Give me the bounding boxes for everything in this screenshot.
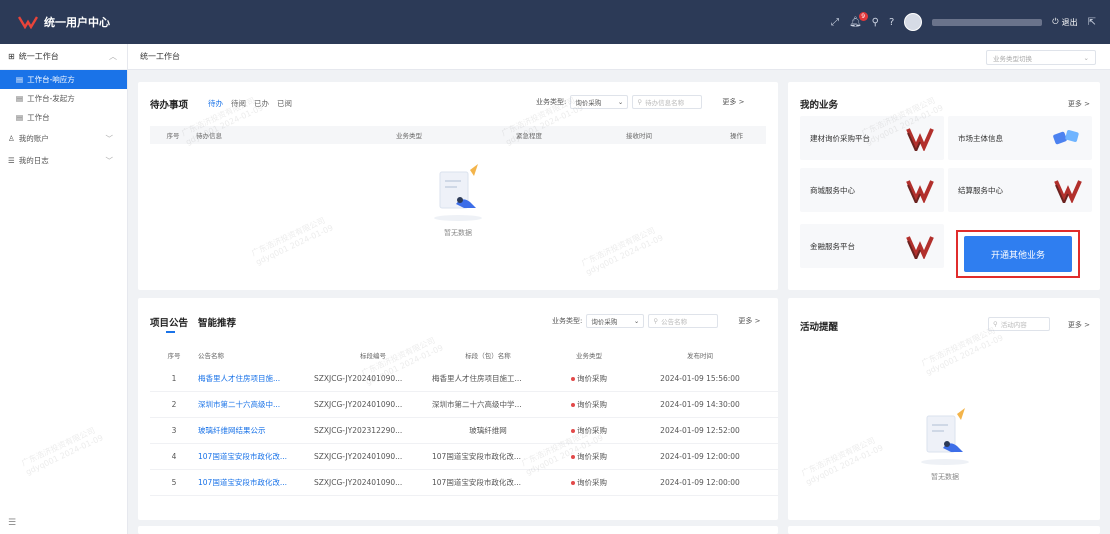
avatar[interactable] — [904, 13, 923, 31]
activity-card: 活动提醒 ⚲ 活动内容 更多 > 暂无数据 — [788, 298, 1100, 520]
chevron-up-icon: ︿ — [109, 52, 117, 61]
app-logo[interactable]: 统一用户中心 — [18, 0, 110, 44]
logout-button[interactable]: ⏻ 退出 — [1052, 17, 1077, 28]
biz-tile-building-materials[interactable]: 建材询价采购平台 — [800, 116, 944, 160]
notice-biz-type-select[interactable]: 询价采购 ⌄ — [586, 314, 645, 328]
sidebar-item-workbench[interactable]: ▤ 工作台 — [0, 108, 127, 127]
activity-more-link[interactable]: 更多 > — [1068, 320, 1090, 330]
activity-title: 活动提醒 — [800, 322, 839, 333]
biz-tile-finance-service[interactable]: 金融服务平台 — [800, 224, 944, 268]
top-navigation-bar: 统一用户中心 ⤢ 🔔︎ 9 ⚲ ? ⏻ 退出 ⇱ — [0, 0, 1110, 44]
search-icon: ⚲ — [653, 317, 659, 325]
todo-table-header: 序号 待办信息 业务类型 紧急程度 接收时间 操作 — [150, 126, 766, 144]
app-title: 统一用户中心 — [44, 16, 110, 29]
doc-icon: ▤ — [16, 94, 24, 103]
my-business-more-link[interactable]: 更多 > — [1068, 99, 1090, 109]
empty-folder-icon — [921, 408, 969, 465]
tab-to-read[interactable]: 待阅 — [231, 98, 246, 109]
bottom-card-edge — [138, 526, 778, 534]
brand-logo-icon — [906, 128, 934, 151]
sidebar-item-initiator[interactable]: ▤ 工作台-发起方 — [0, 89, 127, 108]
chevron-down-icon: ﹀ — [105, 133, 114, 143]
table-row[interactable]: 3 玻璃纤维网结果公示 SZXJCG-JY202312290... 玻璃纤维网 … — [150, 418, 778, 444]
todo-search-input[interactable]: ⚲ 待办信息名称 — [632, 95, 703, 109]
sidebar-item-responder[interactable]: ▤ 工作台-响应方 — [0, 70, 127, 89]
notice-table-header: 序号 公告名称 标段编号 标段（包）名称 业务类型 发布时间 — [150, 346, 778, 364]
todo-card: 待办事项 待办 待阅 已办 已阅 业务类型: 询价采购 ⌄ ⚲ 待办信息名称 更多 … — [138, 82, 778, 290]
tab-todo[interactable]: 待办 — [208, 98, 223, 109]
table-row[interactable]: 2 深圳市第二十六高级中... SZXJCG-JY202401090... 深圳… — [150, 392, 778, 418]
todo-empty-state: 暂无数据 — [413, 160, 503, 238]
my-business-card: 我的业务 更多 > 建材询价采购平台 市场主体信息 商城服务中心 结算服务中心 … — [788, 82, 1100, 290]
chevron-down-icon: ⌄ — [1083, 53, 1089, 62]
breadcrumb: 统一工作台 业务类型切换 ⌄ — [128, 44, 1110, 70]
empty-folder-icon — [434, 164, 482, 221]
activity-empty-state: 暂无数据 — [900, 404, 990, 482]
sidebar-section-account[interactable]: ♙ 我的账户 ﹀ — [0, 127, 127, 149]
page-title: 统一工作台 — [140, 52, 180, 61]
chevron-down-icon: ⌄ — [633, 317, 640, 325]
user-icon: ♙ — [8, 133, 15, 143]
brand-logo-icon — [906, 236, 934, 259]
chevron-down-icon: ⌄ — [617, 98, 624, 106]
fullscreen-icon[interactable]: ⤢ — [831, 17, 839, 28]
notice-search-input[interactable]: ⚲ 公告名称 — [648, 314, 719, 328]
biz-type-switch-select[interactable]: 业务类型切换 ⌄ — [986, 50, 1096, 65]
notification-badge: 9 — [858, 11, 868, 21]
open-other-business-button[interactable]: 开通其他业务 — [964, 236, 1072, 272]
table-row[interactable]: 1 梅香里人才住房项目施... SZXJCG-JY202401090... 梅香… — [150, 366, 778, 392]
help-icon[interactable]: ? — [889, 17, 894, 28]
doc-icon: ▤ — [16, 113, 24, 122]
list-icon: ☰ — [8, 155, 15, 165]
user-switch-icon[interactable]: ⚲ — [872, 17, 879, 28]
collapse-sidebar-icon[interactable]: ☰ — [8, 518, 16, 528]
todo-title: 待办事项 — [150, 100, 189, 111]
activity-search-input[interactable]: ⚲ 活动内容 — [988, 317, 1050, 331]
todo-biz-type-select[interactable]: 询价采购 ⌄ — [570, 95, 629, 109]
tab-read[interactable]: 已阅 — [277, 98, 292, 109]
table-row[interactable]: 5 107国道宝安段市政化改... SZXJCG-JY202401090... … — [150, 470, 778, 496]
bottom-card-edge — [788, 526, 1100, 534]
biz-tile-market-entity[interactable]: 市场主体信息 — [948, 116, 1092, 160]
sidebar: ⊞ 统一工作台 ︿ ▤ 工作台-响应方 ▤ 工作台-发起方 ▤ 工作台 ♙ 我的账户 ﹀ … — [0, 44, 128, 534]
notice-title: 项目公告 — [150, 318, 189, 329]
my-business-title: 我的业务 — [800, 100, 839, 111]
filter-label: 业务类型: — [536, 98, 567, 106]
table-row[interactable]: 4 107国道宝安段市政化改... SZXJCG-JY202401090... … — [150, 444, 778, 470]
username-redacted — [932, 18, 1043, 26]
active-tab-indicator — [166, 331, 175, 333]
tab-smart-recommend[interactable]: 智能推荐 — [198, 315, 236, 329]
sidebar-section-log[interactable]: ☰ 我的日志 ﹀ — [0, 149, 127, 171]
biz-tile-mall-service[interactable]: 商城服务中心 — [800, 168, 944, 212]
notice-more-link[interactable]: 更多 > — [738, 316, 760, 326]
power-icon: ⏻ — [1052, 17, 1059, 26]
project-notice-card: 项目公告 智能推荐 业务类型: 询价采购 ⌄ ⚲ 公告名称 更多 > 序号 公告名称… — [138, 298, 778, 520]
search-icon: ⚲ — [637, 98, 643, 106]
chevron-down-icon: ﹀ — [105, 155, 114, 165]
grid-icon: ⊞ — [8, 52, 15, 61]
brand-logo-icon — [1054, 180, 1082, 203]
tab-done[interactable]: 已办 — [254, 98, 269, 109]
brand-logo-icon — [18, 16, 38, 29]
biz-tile-settlement-service[interactable]: 结算服务中心 — [948, 168, 1092, 212]
bell-icon[interactable]: 🔔︎ 9 — [849, 11, 868, 28]
doc-icon: ▤ — [16, 75, 24, 84]
exit-icon[interactable]: ⇱ — [1088, 17, 1096, 28]
search-icon: ⚲ — [993, 320, 998, 328]
puzzle-icon — [1053, 130, 1079, 145]
brand-logo-icon — [906, 180, 934, 203]
sidebar-section-workbench[interactable]: ⊞ 统一工作台 ︿ — [0, 44, 127, 70]
todo-more-link[interactable]: 更多 > — [722, 97, 744, 107]
